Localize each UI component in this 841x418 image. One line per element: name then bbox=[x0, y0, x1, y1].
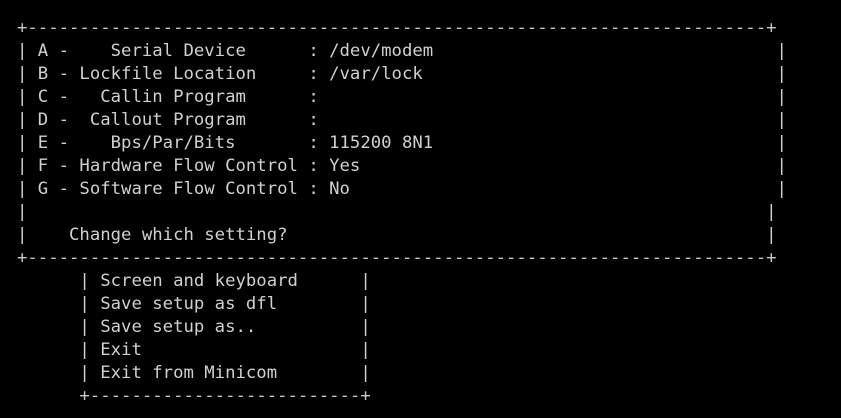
change-setting-prompt[interactable]: | Change which setting? | bbox=[17, 224, 777, 247]
setting-row-serial-device[interactable]: | A - Serial Device : /dev/modem | bbox=[17, 40, 787, 63]
menu-item-save-setup-as-dfl[interactable]: | Save setup as dfl | bbox=[17, 293, 370, 316]
setting-row-hardware-flow-control[interactable]: | F - Hardware Flow Control : Yes | bbox=[17, 155, 787, 178]
setting-row-callout-program[interactable]: | D - Callout Program : | bbox=[17, 109, 787, 132]
dialog-bottom-border: +---------------------------------------… bbox=[17, 248, 777, 268]
dialog-blank-line: | | bbox=[17, 202, 777, 222]
terminal-window: +---------------------------------------… bbox=[0, 0, 841, 418]
menu-item-exit[interactable]: | Exit | bbox=[17, 339, 370, 362]
menu-bottom-border: +--------------------------+ bbox=[17, 386, 371, 406]
menu-item-exit-from-minicom[interactable]: | Exit from Minicom | bbox=[17, 362, 370, 385]
menu-item-save-setup-as[interactable]: | Save setup as.. | bbox=[17, 316, 370, 339]
setting-row-software-flow-control[interactable]: | G - Software Flow Control : No | bbox=[17, 178, 787, 201]
setting-row-lockfile-location[interactable]: | B - Lockfile Location : /var/lock | bbox=[17, 63, 787, 86]
setting-row-bps-par-bits[interactable]: | E - Bps/Par/Bits : 115200 8N1 | bbox=[17, 132, 787, 155]
menu-item-screen-and-keyboard[interactable]: | Screen and keyboard | bbox=[17, 270, 370, 293]
dialog-top-border: +---------------------------------------… bbox=[17, 18, 777, 38]
setting-row-callin-program[interactable]: | C - Callin Program : | bbox=[17, 86, 787, 109]
